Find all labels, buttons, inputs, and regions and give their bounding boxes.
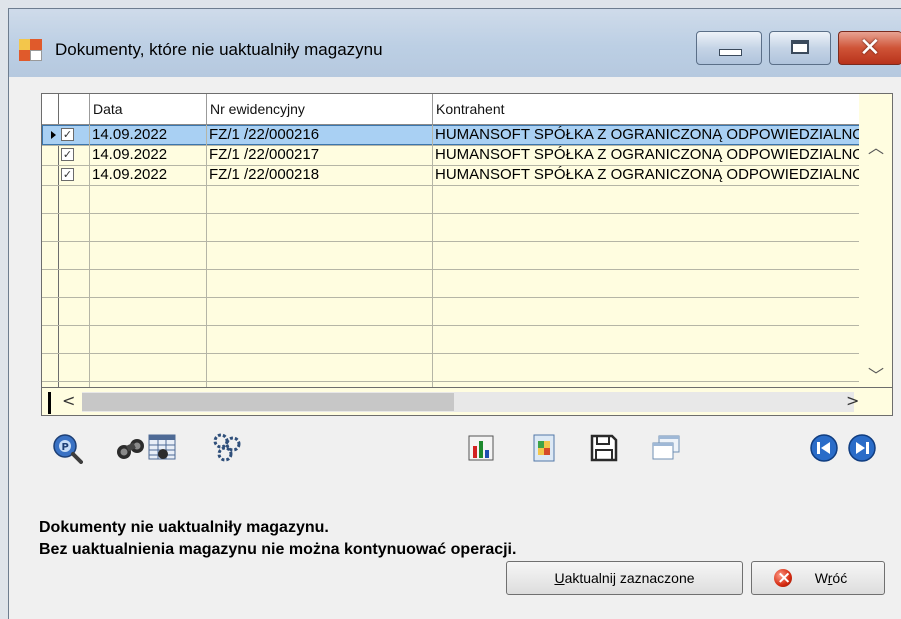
vertical-scrollbar[interactable]: ︿ ﹀ bbox=[859, 94, 892, 387]
grid-line bbox=[42, 185, 892, 186]
back-button[interactable]: Wróć bbox=[751, 561, 885, 595]
cell-nr: FZ/1 /22/000218 bbox=[209, 166, 320, 183]
gears-icon[interactable] bbox=[211, 432, 243, 464]
header-kontrahent[interactable]: Kontrahent bbox=[432, 94, 861, 124]
svg-text:P: P bbox=[62, 442, 69, 453]
grid-line bbox=[42, 213, 892, 214]
grid-line bbox=[42, 145, 892, 146]
document-icon[interactable] bbox=[528, 432, 560, 464]
header-data[interactable]: Data bbox=[89, 94, 206, 124]
minimize-icon bbox=[719, 49, 742, 56]
dialog-client: Data Nr ewidencyjny Kontrahent ✓ 14.09.2… bbox=[9, 77, 901, 619]
cell-nr: FZ/1 /22/000216 bbox=[209, 126, 320, 143]
table-row[interactable]: ✓ 14.09.2022 FZ/1 /22/000217 HUMANSOFT S… bbox=[42, 145, 892, 165]
update-selected-button[interactable]: Uaktualnij zaznaczone bbox=[506, 561, 743, 595]
row-checkbox[interactable]: ✓ bbox=[61, 168, 74, 181]
table-row[interactable]: ✓ 14.09.2022 FZ/1 /22/000216 HUMANSOFT S… bbox=[42, 125, 892, 145]
grid-search-icon[interactable] bbox=[147, 432, 179, 464]
scroll-corner-marker bbox=[48, 392, 51, 414]
grid-line bbox=[42, 381, 892, 382]
cancel-icon bbox=[774, 562, 792, 594]
grid-line bbox=[206, 125, 207, 387]
chart-icon[interactable] bbox=[466, 432, 498, 464]
grid-line bbox=[42, 297, 892, 298]
cell-kontrahent: HUMANSOFT SPÓŁKA Z OGRANICZONĄ ODPOWIEDZ… bbox=[435, 126, 861, 143]
current-row-pointer-icon bbox=[51, 131, 56, 139]
scroll-track[interactable] bbox=[82, 392, 854, 412]
header-checkbox-col bbox=[58, 94, 89, 124]
info-message: Dokumenty nie uaktualniły magazynu. Bez … bbox=[39, 517, 516, 561]
header-nr-ewidencyjny[interactable]: Nr ewidencyjny bbox=[206, 94, 432, 124]
info-message-line-1: Dokumenty nie uaktualniły magazynu. bbox=[39, 519, 329, 536]
back-prefix: W bbox=[814, 570, 828, 586]
scroll-thumb[interactable] bbox=[82, 393, 454, 411]
grid-line bbox=[42, 325, 892, 326]
documents-grid[interactable]: Data Nr ewidencyjny Kontrahent ✓ 14.09.2… bbox=[41, 93, 893, 416]
cell-date: 14.09.2022 bbox=[92, 166, 168, 183]
minimize-button[interactable] bbox=[696, 31, 762, 65]
maximize-button[interactable] bbox=[769, 31, 831, 65]
close-icon: ✕ bbox=[859, 33, 881, 63]
back-label: Wróć bbox=[789, 570, 847, 586]
last-record-icon[interactable] bbox=[846, 432, 878, 464]
scroll-left-icon[interactable]: < bbox=[62, 391, 75, 410]
cell-kontrahent: HUMANSOFT SPÓŁKA Z OGRANICZONĄ ODPOWIEDZ… bbox=[435, 166, 861, 183]
row-checkbox[interactable]: ✓ bbox=[61, 128, 74, 141]
table-row[interactable]: ✓ 14.09.2022 FZ/1 /22/000218 HUMANSOFT S… bbox=[42, 165, 892, 185]
info-message-line-2: Bez uaktualnienia magazynu nie można kon… bbox=[39, 541, 517, 558]
toolbar: P bbox=[41, 422, 893, 472]
save-icon[interactable] bbox=[588, 432, 620, 464]
windows-icon[interactable] bbox=[650, 432, 682, 464]
app-icon bbox=[19, 39, 42, 61]
cell-date: 14.09.2022 bbox=[92, 146, 168, 163]
update-mnemonic: U bbox=[554, 570, 565, 586]
window-title: Dokumenty, które nie uaktualniły magazyn… bbox=[55, 40, 383, 59]
grid-rows: ✓ 14.09.2022 FZ/1 /22/000216 HUMANSOFT S… bbox=[42, 125, 892, 387]
grid-line bbox=[432, 125, 433, 387]
close-button[interactable]: ✕ bbox=[838, 31, 901, 65]
scroll-down-icon[interactable]: ﹀ bbox=[868, 362, 884, 386]
binoculars-icon[interactable] bbox=[115, 432, 147, 464]
cell-nr: FZ/1 /22/000217 bbox=[209, 146, 320, 163]
grid-line bbox=[89, 125, 90, 387]
grid-line bbox=[42, 269, 892, 270]
row-checkbox[interactable]: ✓ bbox=[61, 148, 74, 161]
cell-kontrahent: HUMANSOFT SPÓŁKA Z OGRANICZONĄ ODPOWIEDZ… bbox=[435, 146, 861, 163]
preview-magnifier-icon[interactable]: P bbox=[51, 432, 83, 464]
title-bar[interactable]: Dokumenty, które nie uaktualniły magazyn… bbox=[9, 9, 901, 77]
horizontal-scrollbar[interactable]: < > bbox=[42, 387, 892, 415]
back-rest: óć bbox=[832, 570, 848, 586]
grid-header: Data Nr ewidencyjny Kontrahent bbox=[42, 94, 892, 125]
scroll-right-icon[interactable]: > bbox=[846, 391, 859, 410]
scroll-up-icon[interactable]: ︿ bbox=[868, 134, 884, 158]
cell-date: 14.09.2022 bbox=[92, 126, 168, 143]
maximize-icon bbox=[791, 40, 809, 54]
grid-line bbox=[42, 165, 892, 166]
grid-line bbox=[42, 241, 892, 242]
grid-line bbox=[42, 353, 892, 354]
first-record-icon[interactable] bbox=[808, 432, 840, 464]
dialog-window: Dokumenty, które nie uaktualniły magazyn… bbox=[8, 8, 901, 619]
update-label: aktualnij zaznaczone bbox=[564, 570, 695, 586]
